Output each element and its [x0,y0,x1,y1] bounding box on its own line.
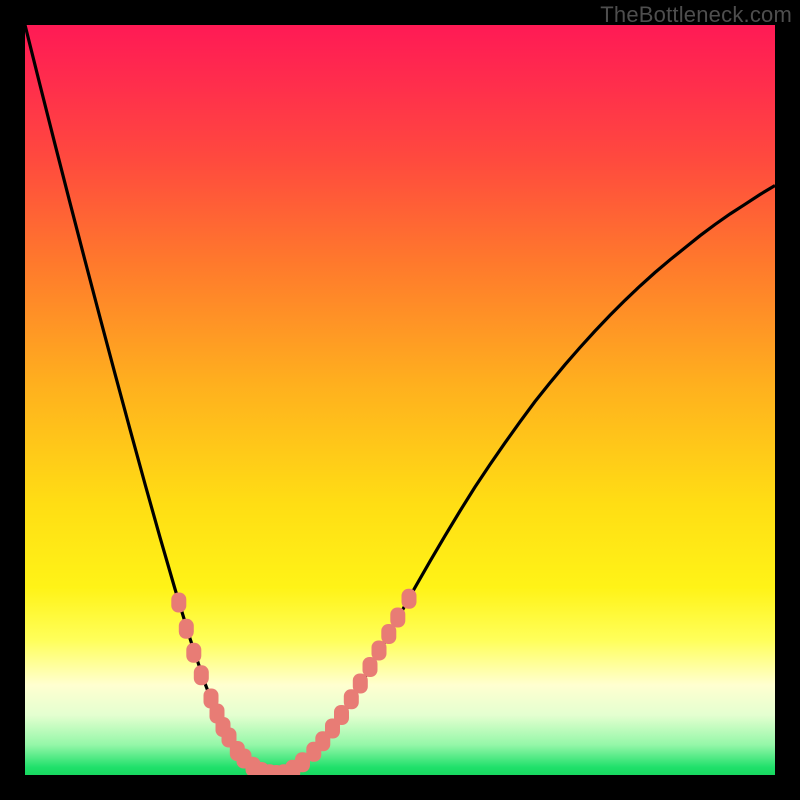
marker-dot [186,643,201,663]
marker-dot [179,619,194,639]
marker-dot [372,641,387,661]
marker-group [171,589,416,775]
bottleneck-curve [25,25,775,775]
marker-dot [194,665,209,685]
plot-area [25,25,775,775]
marker-dot [363,657,378,677]
curve-layer [25,25,775,775]
chart-frame: TheBottleneck.com [0,0,800,800]
marker-dot [402,589,417,609]
marker-dot [390,608,405,628]
marker-dot [171,593,186,613]
marker-dot [381,624,396,644]
marker-dot [353,674,368,694]
